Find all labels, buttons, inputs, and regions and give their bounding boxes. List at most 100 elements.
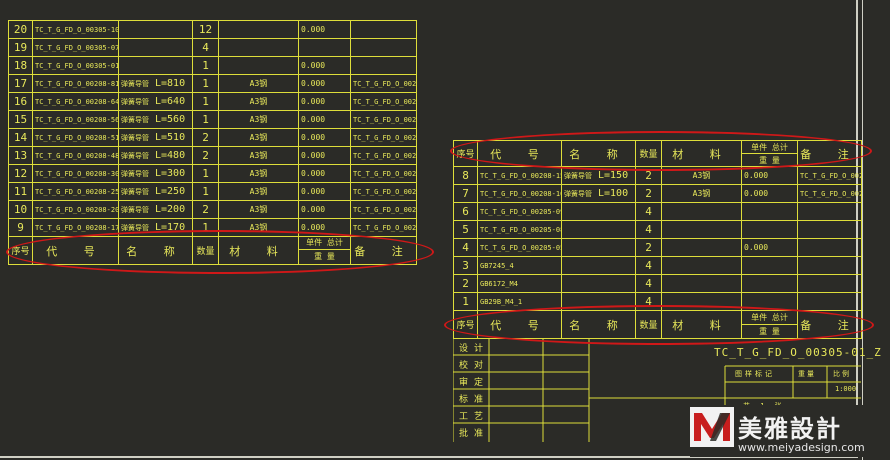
table-row[interactable]: 7 TC_T_G_FD_O_00208-100 弹簧导管 L=100 2 A3钢 0.000… — [453, 184, 862, 203]
row-number: 4 — [453, 238, 478, 257]
row-code: GB6172_M4 — [477, 274, 562, 293]
row-length: L=250 — [155, 186, 186, 197]
cad-drawing-canvas[interactable]: 20 TC_T_G_FD_O_00305-10 12 0.000 19 TC_T_G_FD… — [0, 0, 890, 460]
row-length: L=810 — [155, 78, 186, 89]
row-number: 18 — [8, 56, 33, 75]
row-weight: 0.000 — [298, 164, 351, 183]
meiya-logo-icon — [690, 407, 734, 447]
row-material: A3钢 — [218, 164, 299, 183]
row-name-cell — [561, 292, 636, 311]
row-weight — [741, 256, 798, 275]
row-quantity: 4 — [635, 202, 662, 221]
row-code: TC_T_G_FD_O_00208-200 — [32, 200, 119, 219]
table-row[interactable]: 16 TC_T_G_FD_O_00208-640 弹簧导管 L=640 1 A3钢 0.00… — [8, 92, 417, 111]
row-length: L=510 — [155, 132, 186, 143]
table-row[interactable]: 10 TC_T_G_FD_O_00208-200 弹簧导管 L=200 2 A3钢 0.00… — [8, 200, 417, 219]
row-quantity: 1 — [192, 110, 219, 129]
row-code: TC_T_G_FD_O_00205-09 — [477, 202, 562, 221]
right-bom-header-row: 序号 代 号 名 称 数量 材 料 单件 总计 备 注 — [453, 140, 862, 167]
row-material — [661, 220, 742, 239]
watermark: 美雅設計 www.meiyadesign.com — [690, 405, 886, 457]
row-number: 11 — [8, 182, 33, 201]
table-row[interactable]: 11 TC_T_G_FD_O_00208-250 弹簧导管 L=250 1 A3钢 0.00… — [8, 182, 417, 201]
title-block-label: 设计 — [459, 344, 490, 354]
table-row[interactable]: 6 TC_T_G_FD_O_00205-09 4 — [453, 202, 862, 221]
row-weight — [741, 202, 798, 221]
drawing-number: TC_T_G_FD_O_00305-01_Z — [714, 346, 882, 359]
row-weight: 0.000 — [741, 184, 798, 203]
header-num: 序号 — [8, 236, 33, 265]
row-note: TC_T_G_FD_O_00208 — [350, 200, 417, 219]
table-row[interactable]: 5 TC_T_G_FD_O_00205-08 4 — [453, 220, 862, 239]
row-weight: 0.000 — [298, 128, 351, 147]
row-quantity: 2 — [192, 146, 219, 165]
right-bom-table: 序号 代 号 名 称 数量 材 料 单件 总计 备 注 重 量 8 TC_T_G_… — [453, 140, 862, 339]
row-quantity: 2 — [635, 238, 662, 257]
footer-material: 材 料 — [661, 310, 742, 339]
row-name-cell: 弹簧导管 L=480 — [118, 146, 193, 165]
row-weight: 0.000 — [298, 218, 351, 237]
table-row[interactable]: 13 TC_T_G_FD_O_00208-480 弹簧导管 L=480 2 A3钢 0.00… — [8, 146, 417, 165]
table-row[interactable]: 4 TC_T_G_FD_O_00205-05 2 0.000 — [453, 238, 862, 257]
row-code: TC_T_G_FD_O_00208-810 — [32, 74, 119, 93]
row-material — [661, 274, 742, 293]
row-name: 弹簧导管 — [121, 98, 149, 106]
row-name-cell: 弹簧导管 L=300 — [118, 164, 193, 183]
row-quantity: 2 — [192, 200, 219, 219]
header-unit: 单件 — [751, 142, 768, 152]
row-weight: 0.000 — [298, 146, 351, 165]
row-number: 2 — [453, 274, 478, 293]
header-code: 代 号 — [32, 236, 119, 265]
row-code: TC_T_G_FD_O_00208-150 — [477, 166, 562, 185]
row-note: TC_T_G_FD_O_00208 — [350, 218, 417, 237]
row-name-cell: 弹簧导管 L=170 — [118, 218, 193, 237]
header-material: 材 料 — [661, 140, 742, 167]
row-name-cell: 弹簧导管 L=100 — [561, 184, 636, 203]
table-row[interactable]: 8 TC_T_G_FD_O_00208-150 弹簧导管 L=150 2 A3钢 0.000… — [453, 166, 862, 185]
table-row[interactable]: 12 TC_T_G_FD_O_00208-300 弹簧导管 L=300 1 A3钢 0.00… — [8, 164, 417, 183]
row-number: 19 — [8, 38, 33, 57]
row-name: 弹簧导管 — [121, 152, 149, 160]
row-note: TC_T_G_FD_O_00208 — [350, 146, 417, 165]
row-code: TC_T_G_FD_O_00305-10 — [32, 20, 119, 39]
row-name-cell — [561, 238, 636, 257]
row-weight: 0.000 — [298, 92, 351, 111]
table-row[interactable]: 1 GB29B_M4_1 4 — [453, 292, 862, 311]
row-name-cell — [118, 56, 193, 75]
row-code: GB29B_M4_1 — [477, 292, 562, 311]
header-qty: 数量 — [192, 236, 219, 265]
table-row[interactable]: 3 GB7245_4 4 — [453, 256, 862, 275]
row-quantity: 4 — [192, 38, 219, 57]
row-note: TC_T_G_FD_O_00208 — [350, 92, 417, 111]
row-quantity: 4 — [635, 220, 662, 239]
table-row[interactable]: 2 GB6172_M4 4 — [453, 274, 862, 293]
row-material: A3钢 — [218, 218, 299, 237]
row-name: 弹簧导管 — [564, 190, 592, 198]
title-block-label: 工艺 — [459, 412, 490, 422]
row-number: 3 — [453, 256, 478, 275]
header-weight-cell: 单件 总计 — [298, 236, 351, 250]
left-bom-header-row: 序号 代 号 名 称 数量 材 料 单件 总计 备 注 — [8, 236, 417, 265]
row-weight: 0.000 — [741, 238, 798, 257]
table-row[interactable]: 14 TC_T_G_FD_O_00208-510 弹簧导管 L=510 2 A3钢 0.00… — [8, 128, 417, 147]
table-row[interactable]: 15 TC_T_G_FD_O_00208-560 弹簧导管 L=560 1 A3钢 0.00… — [8, 110, 417, 129]
header-num: 序号 — [453, 140, 478, 167]
table-row[interactable]: 9 TC_T_G_FD_O_00208-170 弹簧导管 L=170 1 A3钢 0.000… — [8, 218, 417, 237]
row-name-cell: 弹簧导管 L=200 — [118, 200, 193, 219]
row-quantity: 1 — [192, 164, 219, 183]
table-row[interactable]: 20 TC_T_G_FD_O_00305-10 12 0.000 — [8, 20, 417, 39]
row-length: L=640 — [155, 96, 186, 107]
row-material: A3钢 — [661, 184, 742, 203]
row-material — [218, 56, 299, 75]
row-note: TC_T_G_FD_O_00208 — [350, 74, 417, 93]
row-quantity: 1 — [192, 56, 219, 75]
row-material: A3钢 — [218, 128, 299, 147]
table-row[interactable]: 19 TC_T_G_FD_O_00305-07 4 — [8, 38, 417, 57]
row-material — [661, 238, 742, 257]
table-row[interactable]: 18 TC_T_G_FD_O_00305-01 1 0.000 — [8, 56, 417, 75]
row-name-cell — [561, 256, 636, 275]
row-weight: 0.000 — [298, 20, 351, 39]
row-note — [350, 38, 417, 57]
table-row[interactable]: 17 TC_T_G_FD_O_00208-810 弹簧导管 L=810 1 A3钢 0.00… — [8, 74, 417, 93]
row-quantity: 2 — [635, 166, 662, 185]
